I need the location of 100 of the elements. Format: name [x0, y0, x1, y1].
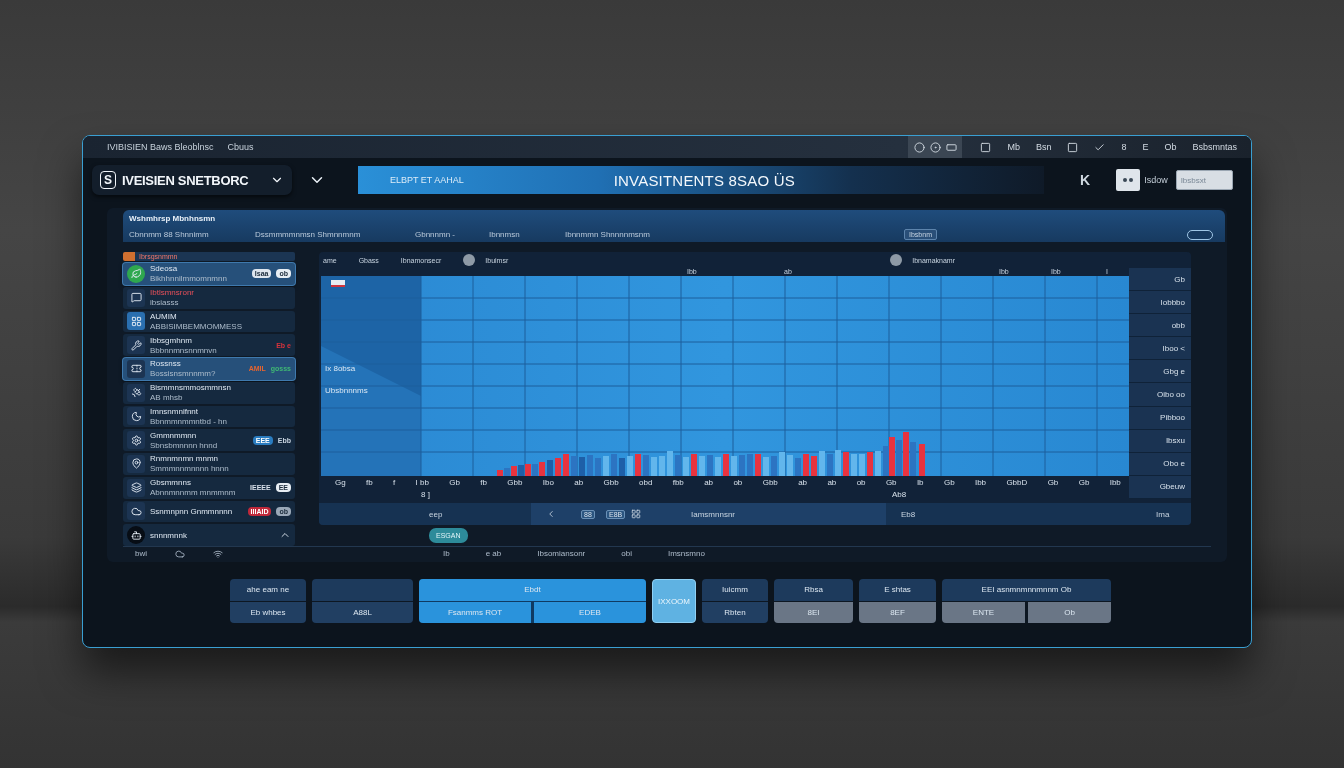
- item-title: Sdeosa: [150, 264, 179, 274]
- cloud-icon: [127, 502, 145, 521]
- ticket-icon: [127, 359, 145, 378]
- panel-button[interactable]: EEI asnmnmnnmnnm Ob: [942, 579, 1111, 601]
- x-axis-label: Gbb: [507, 478, 523, 487]
- user-label: Isdow: [1144, 175, 1168, 185]
- panel-button[interactable]: A88L: [312, 601, 413, 623]
- x-axis-label: ob: [733, 478, 743, 487]
- brand-dropdown[interactable]: S IVEISIEN SNETBORC: [92, 165, 292, 195]
- panel-button[interactable]: Rbsa: [774, 579, 853, 601]
- panel-button[interactable]: Eb whbes: [230, 601, 306, 623]
- toolbar-label[interactable]: Bsbsmntas: [1192, 142, 1237, 152]
- circle-icon: [463, 254, 476, 266]
- axis-note: 8 ]: [421, 489, 430, 499]
- panel-button[interactable]: Rbten: [702, 601, 768, 623]
- sidebar-item[interactable]: AUMIM ABBISIMBEMMOMMESS: [123, 310, 295, 333]
- sidebar-item[interactable]: Rnmnmnmn mnmn Smmmnnmnnnn hnnn: [123, 453, 295, 475]
- item-subtitle: Sbnsbmnnnn hnnd: [150, 440, 219, 450]
- x-axis-label: ab: [798, 478, 808, 487]
- item-subtitle: ABBISIMBEMMOMMESS: [150, 321, 243, 331]
- toolbar-label[interactable]: Mb: [1007, 142, 1020, 152]
- y-axis-label: Gbeuw: [1129, 475, 1191, 499]
- panel-button[interactable]: E shtas: [859, 579, 936, 601]
- circle-icon: [890, 254, 903, 266]
- item-title: Rossnss: [150, 359, 182, 369]
- status-text: Imsnsmno: [667, 549, 705, 558]
- x-axis-label: ab: [574, 478, 584, 487]
- x-axis-label: GbbD: [1006, 478, 1028, 487]
- x-axis-label: Gb: [1047, 478, 1059, 487]
- circle-icon[interactable]: [913, 141, 925, 153]
- square-icon[interactable]: [980, 141, 992, 153]
- item-title: Imnsnmnifnnt: [150, 406, 200, 416]
- layers-icon: [127, 478, 145, 497]
- banner-label: ELBPT ET AAHAL: [390, 175, 464, 185]
- capsule-button[interactable]: [1187, 229, 1213, 240]
- x-axis-label: fb: [480, 478, 487, 487]
- item-title: snnnmnnk: [150, 530, 188, 540]
- panel-button[interactable]: 8EI: [774, 601, 853, 623]
- moon-icon: [127, 407, 145, 426]
- square-icon[interactable]: [1067, 141, 1079, 153]
- status-text: obi: [621, 549, 632, 558]
- item-title: Rnmnmnmn mnmn: [150, 454, 219, 464]
- panel-button[interactable]: Iuicmm: [702, 579, 768, 601]
- status-text: Ibsomiansonr: [537, 549, 586, 558]
- filter-label[interactable]: Gbnnnmn -: [415, 230, 456, 239]
- cloud-icon[interactable]: [175, 548, 185, 559]
- status-text: e ab: [485, 549, 502, 558]
- toolbar-label[interactable]: Ob: [1164, 142, 1177, 152]
- x-axis-label: f: [393, 478, 396, 487]
- x-axis-label: Gbb: [603, 478, 619, 487]
- y-axis-label: Oibo oo: [1129, 383, 1191, 407]
- sidebar-item[interactable]: Bismmnsmmosmmnsn AB mhsb: [123, 381, 295, 404]
- sidebar-item[interactable]: Imnsnmnifnnt Bbnmmnmmntbd - hn: [123, 405, 295, 428]
- filter-label[interactable]: Ibnnmmn Shnnnnmsnm: [565, 230, 650, 239]
- y-axis-label: obb: [1129, 314, 1191, 338]
- panel-button[interactable]: Ob: [1028, 601, 1111, 623]
- settings-icon: [127, 431, 145, 450]
- footer-label: Iamsmnnsnr: [691, 509, 735, 519]
- y-axis-label: Iobbbo: [1129, 291, 1191, 315]
- item-title: Gmmnmmnn: [150, 430, 198, 440]
- item-subtitle: Bbnmmnmmntbd - hn: [150, 416, 228, 426]
- filter-label[interactable]: Dssmmmmnmsn Shmnnmnm: [255, 230, 361, 239]
- x-axis-label: Gb: [1078, 478, 1090, 487]
- toolbar-label[interactable]: 8: [1121, 142, 1127, 152]
- item-subtitle: AB mhsb: [150, 393, 184, 403]
- wifi-icon[interactable]: [213, 548, 223, 559]
- x-axis-label: fb: [366, 478, 373, 487]
- x-axis-label: Gbb: [762, 478, 778, 487]
- rectangle-icon[interactable]: [945, 141, 957, 153]
- grid-icon[interactable]: [631, 509, 641, 519]
- key-label[interactable]: K: [1080, 172, 1091, 188]
- x-axis-label: Gb: [449, 478, 460, 487]
- filter-label[interactable]: Ibnnmsn: [489, 230, 520, 239]
- check-icon[interactable]: [1094, 141, 1106, 153]
- chat-icon: [127, 288, 145, 307]
- panel-button[interactable]: ahe eam ne: [230, 579, 306, 601]
- y-axis-label: Pibboo: [1129, 406, 1191, 430]
- x-axis-label: I bb: [415, 478, 429, 487]
- toolbar-label[interactable]: E: [1142, 142, 1149, 152]
- item-title: Ibbsgmhnm: [150, 335, 193, 345]
- app-tile-icon[interactable]: [1116, 169, 1141, 191]
- sidebar-item[interactable]: Ibtlsmnsronr ibsiasss: [123, 286, 295, 309]
- x-axis-label: Gb: [885, 478, 897, 487]
- y-axis-label: Ibsxu: [1129, 429, 1191, 453]
- item-subtitle: Abnnmnnmm mnmmnm: [150, 488, 237, 498]
- record-icon[interactable]: [929, 141, 941, 153]
- window-title: IVIBISIEN Baws Bleoblnsc: [107, 142, 214, 152]
- dashboard-title: INVASITNENTS 8SAO ÜS: [613, 171, 795, 189]
- item-title: AUMIM: [150, 311, 178, 321]
- toolbar-label[interactable]: Bsn: [1035, 142, 1052, 152]
- y-axis-label: Obo e: [1129, 452, 1191, 476]
- pin-icon: [127, 454, 145, 473]
- panel-button[interactable]: ENTE: [942, 601, 1025, 623]
- filter-label[interactable]: Cbnnmm 88 Shnnimm: [129, 230, 209, 239]
- sidebar-item[interactable]: snnnmnnk: [123, 524, 295, 546]
- panel-button[interactable]: 8EF: [859, 601, 936, 623]
- item-subtitle: Bossisnsmnnmm?: [150, 369, 217, 379]
- item-subtitle: ibsiasss: [150, 298, 180, 308]
- robot-icon: [127, 526, 145, 545]
- y-axis-label: Gbg e: [1129, 360, 1191, 384]
